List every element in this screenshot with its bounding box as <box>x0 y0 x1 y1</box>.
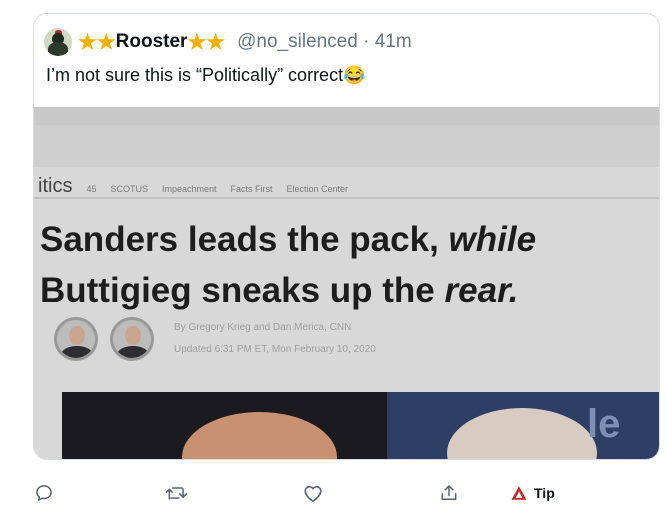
star-icon: ★ <box>96 30 116 54</box>
tweet-media-image[interactable]: itics 45 SCOTUS Impeachment Facts First … <box>34 107 659 459</box>
tweet-card[interactable]: ★ ★ Rooster ★ ★ @no_silenced · 41m I’m not s… <box>33 13 660 460</box>
headline-line2: Buttigieg sneaks up the <box>40 271 435 310</box>
like-icon <box>304 485 322 502</box>
retweet-button[interactable] <box>164 470 188 516</box>
author-photo <box>110 317 154 361</box>
tweet-header: ★ ★ Rooster ★ ★ @no_silenced · 41m <box>44 28 412 56</box>
byline-updated: Updated 6:31 PM ET, Mon February 10, 202… <box>174 344 376 355</box>
news-nav-row: itics 45 SCOTUS Impeachment Facts First … <box>38 175 348 198</box>
article-headline: Sanders leads the pack, while Buttigieg … <box>40 214 536 316</box>
nav-item: Election Center <box>286 184 349 194</box>
star-icon: ★ <box>206 30 226 54</box>
reply-button[interactable] <box>34 470 54 516</box>
nav-item: Impeachment <box>161 184 217 194</box>
headline-line2-italic: rear. <box>444 271 519 310</box>
share-icon <box>441 485 457 500</box>
tip-button[interactable]: Tip <box>510 470 555 516</box>
author-photo <box>54 317 98 361</box>
nav-divider <box>34 197 659 199</box>
star-icon: ★ <box>78 30 97 54</box>
browser-toolbar <box>34 125 659 167</box>
monitor-bezel <box>34 107 659 125</box>
user-avatar[interactable] <box>44 28 72 56</box>
like-button[interactable] <box>302 470 324 516</box>
handle-and-time[interactable]: @no_silenced · 41m <box>237 31 412 53</box>
author-photos <box>54 317 154 361</box>
article-byline: By Gregory Krieg and Dan Merica, CNN Upd… <box>174 317 376 361</box>
headline-line1: Sanders leads the pack, <box>40 220 439 259</box>
nav-brand: itics <box>38 175 73 197</box>
article-photo-left <box>62 392 387 459</box>
display-name[interactable]: ★ ★ Rooster ★ ★ <box>78 31 225 53</box>
nav-item: SCOTUS <box>110 184 148 194</box>
article-photo-right: le <box>387 392 659 459</box>
tip-label: Tip <box>534 485 555 501</box>
sign-text: le <box>587 402 621 446</box>
star-icon: ★ <box>187 30 207 54</box>
headline-line1-italic: while <box>448 220 537 259</box>
byline-authors: By Gregory Krieg and Dan Merica, CNN <box>174 322 352 333</box>
display-name-text: Rooster <box>115 31 188 52</box>
retweet-icon <box>165 487 188 500</box>
nav-item: Facts First <box>230 184 273 194</box>
tweet-text: I’m not sure this is “Politically” corre… <box>46 65 366 85</box>
nav-item: 45 <box>86 184 97 194</box>
share-button[interactable] <box>439 470 459 516</box>
tweet-action-bar: Tip <box>0 470 667 516</box>
tip-icon <box>511 486 527 500</box>
reply-icon <box>36 485 52 501</box>
